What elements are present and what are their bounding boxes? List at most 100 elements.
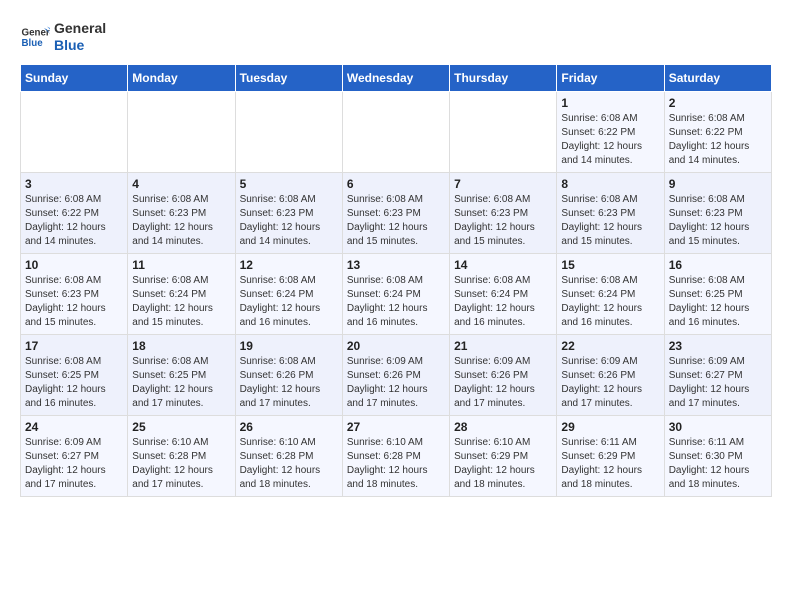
calendar-cell: 18 Sunrise: 6:08 AM Sunset: 6:25 PM Dayli… [128, 334, 235, 415]
day-info: Sunrise: 6:08 AM Sunset: 6:26 PM Dayligh… [240, 355, 338, 411]
day-info: Sunrise: 6:08 AM Sunset: 6:24 PM Dayligh… [132, 274, 230, 330]
day-number: 12 [240, 258, 338, 272]
weekday-header-friday: Friday [557, 64, 664, 91]
day-info: Sunrise: 6:10 AM Sunset: 6:29 PM Dayligh… [454, 436, 552, 492]
day-info: Sunrise: 6:09 AM Sunset: 6:27 PM Dayligh… [669, 355, 767, 411]
day-number: 27 [347, 420, 445, 434]
calendar-cell [235, 91, 342, 172]
calendar-cell: 24Sunrise: 6:09 AM Sunset: 6:27 PM Dayli… [21, 415, 128, 496]
weekday-header-saturday: Saturday [664, 64, 771, 91]
day-number: 26 [240, 420, 338, 434]
day-number: 1 [561, 96, 659, 110]
calendar-week-3: 10Sunrise: 6:08 AM Sunset: 6:23 PM Dayli… [21, 253, 772, 334]
calendar-cell: 25 Sunrise: 6:10 AM Sunset: 6:28 PM Dayli… [128, 415, 235, 496]
day-number: 13 [347, 258, 445, 272]
calendar-cell: 15 Sunrise: 6:08 AM Sunset: 6:24 PM Dayli… [557, 253, 664, 334]
day-info: Sunrise: 6:08 AM Sunset: 6:24 PM Dayligh… [347, 274, 445, 330]
day-number: 15 [561, 258, 659, 272]
day-number: 2 [669, 96, 767, 110]
calendar-cell: 8Sunrise: 6:08 AM Sunset: 6:23 PM Daylig… [557, 172, 664, 253]
calendar-week-1: 1 Sunrise: 6:08 AM Sunset: 6:22 PM Daylig… [21, 91, 772, 172]
day-number: 20 [347, 339, 445, 353]
calendar-cell: 9 Sunrise: 6:08 AM Sunset: 6:23 PM Daylig… [664, 172, 771, 253]
logo: General Blue General Blue [20, 20, 106, 54]
day-info: Sunrise: 6:08 AM Sunset: 6:24 PM Dayligh… [240, 274, 338, 330]
day-info: Sunrise: 6:10 AM Sunset: 6:28 PM Dayligh… [240, 436, 338, 492]
day-info: Sunrise: 6:11 AM Sunset: 6:29 PM Dayligh… [561, 436, 659, 492]
svg-text:Blue: Blue [22, 38, 44, 49]
day-info: Sunrise: 6:08 AM Sunset: 6:23 PM Dayligh… [240, 193, 338, 249]
day-number: 23 [669, 339, 767, 353]
day-info: Sunrise: 6:08 AM Sunset: 6:22 PM Dayligh… [669, 112, 767, 168]
day-info: Sunrise: 6:08 AM Sunset: 6:22 PM Dayligh… [25, 193, 123, 249]
day-number: 29 [561, 420, 659, 434]
day-info: Sunrise: 6:08 AM Sunset: 6:23 PM Dayligh… [132, 193, 230, 249]
calendar-week-5: 24Sunrise: 6:09 AM Sunset: 6:27 PM Dayli… [21, 415, 772, 496]
day-number: 28 [454, 420, 552, 434]
weekday-header-row: SundayMondayTuesdayWednesdayThursdayFrid… [21, 64, 772, 91]
day-info: Sunrise: 6:08 AM Sunset: 6:23 PM Dayligh… [669, 193, 767, 249]
day-info: Sunrise: 6:09 AM Sunset: 6:26 PM Dayligh… [347, 355, 445, 411]
day-info: Sunrise: 6:09 AM Sunset: 6:27 PM Dayligh… [25, 436, 123, 492]
calendar-cell: 16Sunrise: 6:08 AM Sunset: 6:25 PM Dayli… [664, 253, 771, 334]
calendar-cell: 3Sunrise: 6:08 AM Sunset: 6:22 PM Daylig… [21, 172, 128, 253]
day-info: Sunrise: 6:08 AM Sunset: 6:25 PM Dayligh… [25, 355, 123, 411]
calendar-cell: 28 Sunrise: 6:10 AM Sunset: 6:29 PM Dayli… [450, 415, 557, 496]
day-number: 9 [669, 177, 767, 191]
calendar-body: 1 Sunrise: 6:08 AM Sunset: 6:22 PM Daylig… [21, 91, 772, 496]
calendar-cell: 1 Sunrise: 6:08 AM Sunset: 6:22 PM Daylig… [557, 91, 664, 172]
calendar-cell: 17 Sunrise: 6:08 AM Sunset: 6:25 PM Dayli… [21, 334, 128, 415]
calendar-cell: 27 Sunrise: 6:10 AM Sunset: 6:28 PM Dayli… [342, 415, 449, 496]
day-number: 5 [240, 177, 338, 191]
calendar-cell: 22 Sunrise: 6:09 AM Sunset: 6:26 PM Dayli… [557, 334, 664, 415]
day-info: Sunrise: 6:11 AM Sunset: 6:30 PM Dayligh… [669, 436, 767, 492]
day-info: Sunrise: 6:08 AM Sunset: 6:22 PM Dayligh… [561, 112, 659, 168]
day-info: Sunrise: 6:10 AM Sunset: 6:28 PM Dayligh… [347, 436, 445, 492]
calendar-cell: 7Sunrise: 6:08 AM Sunset: 6:23 PM Daylig… [450, 172, 557, 253]
day-number: 11 [132, 258, 230, 272]
day-info: Sunrise: 6:09 AM Sunset: 6:26 PM Dayligh… [561, 355, 659, 411]
day-info: Sunrise: 6:08 AM Sunset: 6:25 PM Dayligh… [669, 274, 767, 330]
day-number: 19 [240, 339, 338, 353]
day-info: Sunrise: 6:08 AM Sunset: 6:25 PM Dayligh… [132, 355, 230, 411]
day-number: 18 [132, 339, 230, 353]
calendar-cell: 21Sunrise: 6:09 AM Sunset: 6:26 PM Dayli… [450, 334, 557, 415]
day-number: 4 [132, 177, 230, 191]
day-number: 21 [454, 339, 552, 353]
calendar-cell: 6Sunrise: 6:08 AM Sunset: 6:23 PM Daylig… [342, 172, 449, 253]
calendar-cell: 12 Sunrise: 6:08 AM Sunset: 6:24 PM Dayli… [235, 253, 342, 334]
day-info: Sunrise: 6:08 AM Sunset: 6:23 PM Dayligh… [25, 274, 123, 330]
logo-general-text: General [54, 20, 106, 37]
calendar-cell: 20 Sunrise: 6:09 AM Sunset: 6:26 PM Dayli… [342, 334, 449, 415]
day-info: Sunrise: 6:08 AM Sunset: 6:23 PM Dayligh… [454, 193, 552, 249]
weekday-header-tuesday: Tuesday [235, 64, 342, 91]
weekday-header-thursday: Thursday [450, 64, 557, 91]
calendar-cell: 14 Sunrise: 6:08 AM Sunset: 6:24 PM Dayli… [450, 253, 557, 334]
calendar-cell: 23 Sunrise: 6:09 AM Sunset: 6:27 PM Dayli… [664, 334, 771, 415]
weekday-header-wednesday: Wednesday [342, 64, 449, 91]
day-info: Sunrise: 6:08 AM Sunset: 6:24 PM Dayligh… [561, 274, 659, 330]
logo-blue-text: Blue [54, 37, 106, 54]
calendar-week-2: 3Sunrise: 6:08 AM Sunset: 6:22 PM Daylig… [21, 172, 772, 253]
calendar-cell: 5 Sunrise: 6:08 AM Sunset: 6:23 PM Daylig… [235, 172, 342, 253]
calendar-cell [342, 91, 449, 172]
calendar-cell [128, 91, 235, 172]
calendar-cell: 13 Sunrise: 6:08 AM Sunset: 6:24 PM Dayli… [342, 253, 449, 334]
page-header: General Blue General Blue [20, 20, 772, 54]
day-info: Sunrise: 6:08 AM Sunset: 6:23 PM Dayligh… [347, 193, 445, 249]
calendar-cell: 29 Sunrise: 6:11 AM Sunset: 6:29 PM Dayli… [557, 415, 664, 496]
day-info: Sunrise: 6:10 AM Sunset: 6:28 PM Dayligh… [132, 436, 230, 492]
calendar-cell: 10Sunrise: 6:08 AM Sunset: 6:23 PM Dayli… [21, 253, 128, 334]
day-number: 22 [561, 339, 659, 353]
calendar-cell: 11 Sunrise: 6:08 AM Sunset: 6:24 PM Dayli… [128, 253, 235, 334]
day-info: Sunrise: 6:08 AM Sunset: 6:24 PM Dayligh… [454, 274, 552, 330]
calendar-cell: 19 Sunrise: 6:08 AM Sunset: 6:26 PM Dayli… [235, 334, 342, 415]
weekday-header-sunday: Sunday [21, 64, 128, 91]
day-number: 14 [454, 258, 552, 272]
day-number: 25 [132, 420, 230, 434]
calendar-cell [450, 91, 557, 172]
day-number: 8 [561, 177, 659, 191]
calendar-cell: 30Sunrise: 6:11 AM Sunset: 6:30 PM Dayli… [664, 415, 771, 496]
calendar-cell: 2 Sunrise: 6:08 AM Sunset: 6:22 PM Daylig… [664, 91, 771, 172]
day-number: 17 [25, 339, 123, 353]
